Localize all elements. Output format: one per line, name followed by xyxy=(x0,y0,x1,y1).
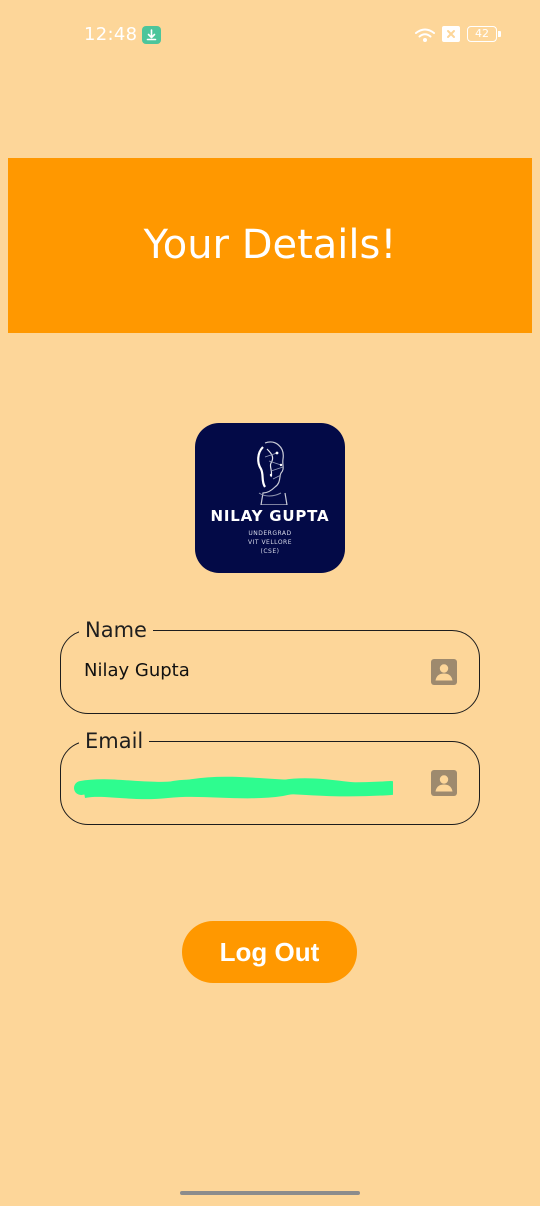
battery-icon: 42 xyxy=(467,26,501,42)
profile-image: NILAY GUPTA UNDERGRAD VIT VELLORE (CSE) xyxy=(195,423,345,573)
header-banner: Your Details! xyxy=(8,158,532,333)
contact-icon xyxy=(430,658,458,686)
profile-subtitle-line: VIT VELLORE xyxy=(248,539,292,546)
logout-button[interactable]: Log Out xyxy=(182,921,357,983)
contact-icon xyxy=(430,769,458,797)
sim-icon xyxy=(442,26,460,42)
status-time: 12:48 xyxy=(84,24,138,45)
profile-subtitle-line: UNDERGRAD xyxy=(248,530,292,537)
redaction-mark xyxy=(74,776,393,800)
name-field-value[interactable]: Nilay Gupta xyxy=(84,660,190,681)
email-field-label: Email xyxy=(79,728,150,754)
name-field-label: Name xyxy=(79,617,153,643)
wifi-icon xyxy=(414,27,436,43)
name-field[interactable]: Name Nilay Gupta xyxy=(60,617,480,714)
email-field[interactable]: Email xyxy=(60,728,480,825)
profile-subtitle-line: (CSE) xyxy=(260,548,280,555)
home-indicator[interactable] xyxy=(180,1191,360,1195)
download-icon xyxy=(142,26,161,44)
battery-level: 42 xyxy=(475,27,489,40)
profile-name: NILAY GUPTA xyxy=(210,507,330,525)
status-bar: 12:48 42 xyxy=(0,0,540,70)
profile-head-icon xyxy=(257,441,288,505)
page-title: Your Details! xyxy=(143,221,397,268)
